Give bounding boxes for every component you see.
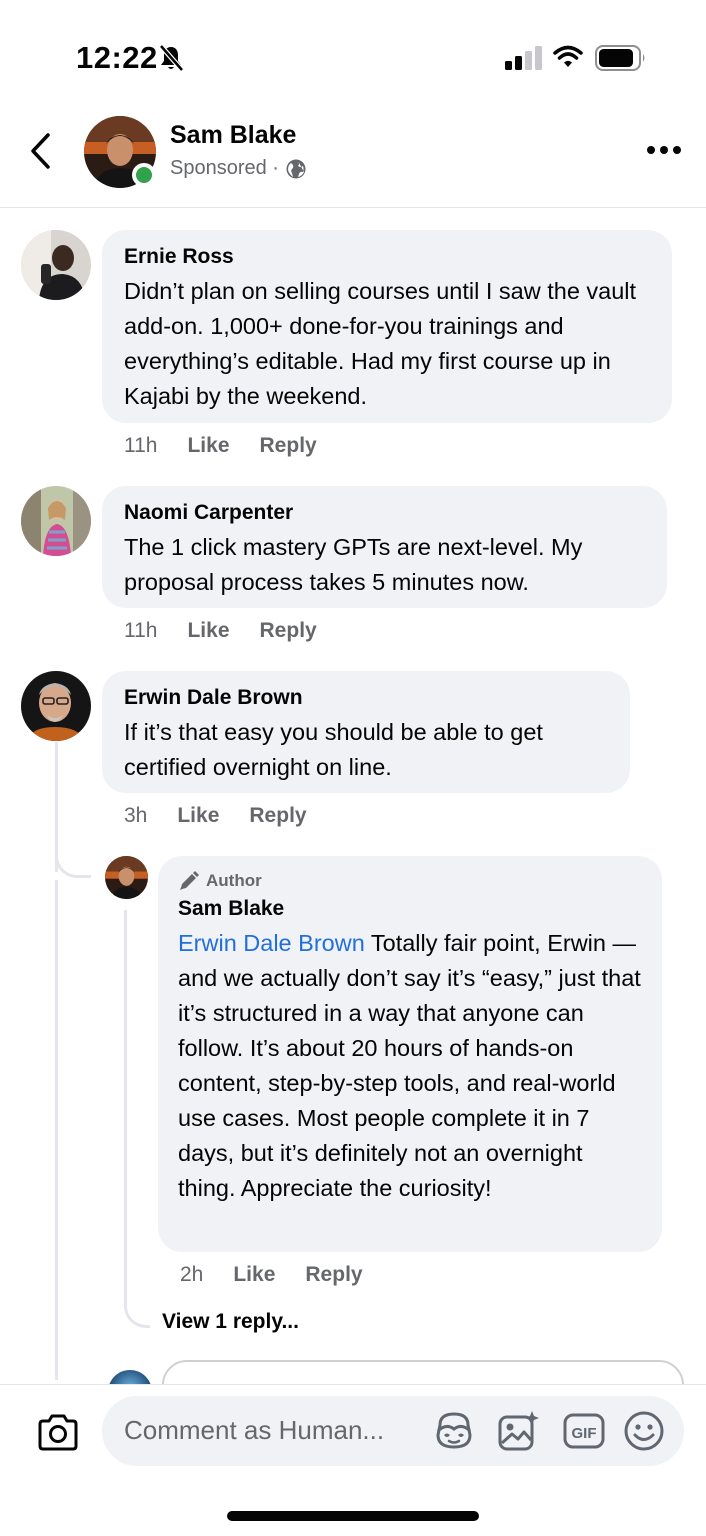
comment-timestamp: 2h xyxy=(180,1263,204,1286)
sponsored-text: Sponsored · xyxy=(170,157,279,179)
view-replies-link[interactable]: View 1 reply... xyxy=(162,1310,299,1334)
camera-icon[interactable] xyxy=(36,1413,80,1453)
comment-timestamp: 11h xyxy=(124,619,158,642)
author-avatar[interactable] xyxy=(105,856,148,899)
like-button[interactable]: Like xyxy=(187,434,229,458)
comment-actions: 2h Like Reply xyxy=(180,1263,363,1287)
comment-author[interactable]: Ernie Ross xyxy=(124,244,650,270)
home-indicator xyxy=(227,1511,479,1521)
avatar-sticker-icon[interactable] xyxy=(432,1409,476,1453)
signal-icon xyxy=(505,46,542,70)
comment-timestamp: 11h xyxy=(124,434,158,457)
image-sparkle-icon[interactable] xyxy=(496,1409,540,1453)
reply-button[interactable]: Reply xyxy=(305,1263,362,1287)
comment-bubble: Naomi Carpenter The 1 click mastery GPTs… xyxy=(102,486,667,608)
author-badge-label: Author xyxy=(206,871,262,890)
comment-text: If it’s that easy you should be able to … xyxy=(124,719,543,780)
more-icon[interactable] xyxy=(646,144,682,156)
reply-thread-line xyxy=(124,910,127,1290)
battery-icon xyxy=(595,45,645,71)
online-status-dot xyxy=(132,163,156,187)
author-badge: Author xyxy=(178,870,642,892)
reply-button[interactable]: Reply xyxy=(249,804,306,828)
reply-button[interactable]: Reply xyxy=(260,434,317,458)
header-name[interactable]: Sam Blake xyxy=(170,121,296,150)
thread-line xyxy=(55,880,58,1380)
wifi-icon xyxy=(553,45,583,67)
post-header: Sam Blake Sponsored · xyxy=(0,100,706,208)
gif-icon[interactable]: GIF xyxy=(562,1409,606,1453)
bell-muted-icon xyxy=(159,44,184,72)
like-button[interactable]: Like xyxy=(177,804,219,828)
thread-connector xyxy=(55,842,91,878)
comment-author[interactable]: Erwin Dale Brown xyxy=(124,685,608,711)
sponsored-label: Sponsored · xyxy=(170,157,307,180)
back-chevron-icon[interactable] xyxy=(26,130,56,172)
reply-body: Totally fair point, Erwin — and we actua… xyxy=(178,930,641,1201)
comment-composer: Comment as Human... GIF xyxy=(0,1384,706,1536)
reply-button[interactable]: Reply xyxy=(260,619,317,643)
mention-link[interactable]: Erwin Dale Brown xyxy=(178,930,365,956)
comment-actions: 3h Like Reply xyxy=(124,804,307,828)
commenter-avatar[interactable] xyxy=(21,671,91,741)
comment-actions: 11h Like Reply xyxy=(124,619,317,643)
comment-bubble: Ernie Ross Didn’t plan on selling course… xyxy=(102,230,672,423)
comment-placeholder: Comment as Human... xyxy=(124,1415,385,1445)
comment-author[interactable]: Naomi Carpenter xyxy=(124,500,645,526)
comment-actions: 11h Like Reply xyxy=(124,434,317,458)
commenter-avatar[interactable] xyxy=(21,230,91,300)
comment-timestamp: 3h xyxy=(124,804,148,827)
emoji-icon[interactable] xyxy=(622,1409,666,1453)
comment-text: The 1 click mastery GPTs are next-level.… xyxy=(124,534,583,595)
comment-bubble: Erwin Dale Brown If it’s that easy you s… xyxy=(102,671,630,793)
reply-thread-connector xyxy=(124,1290,150,1328)
like-button[interactable]: Like xyxy=(233,1263,275,1287)
status-time: 12:22 xyxy=(76,40,158,75)
status-bar: 12:22 xyxy=(0,0,706,100)
globe-icon xyxy=(286,159,306,178)
comment-author[interactable]: Sam Blake xyxy=(178,896,642,922)
comment-text: Erwin Dale Brown Totally fair point, Erw… xyxy=(178,926,642,1206)
pencil-icon xyxy=(180,871,199,890)
author-reply-bubble: Author Sam Blake Erwin Dale Brown Totall… xyxy=(158,856,662,1252)
commenter-avatar[interactable] xyxy=(21,486,91,556)
like-button[interactable]: Like xyxy=(187,619,229,643)
svg-text:GIF: GIF xyxy=(572,1425,597,1442)
comment-text: Didn’t plan on selling courses until I s… xyxy=(124,278,637,409)
